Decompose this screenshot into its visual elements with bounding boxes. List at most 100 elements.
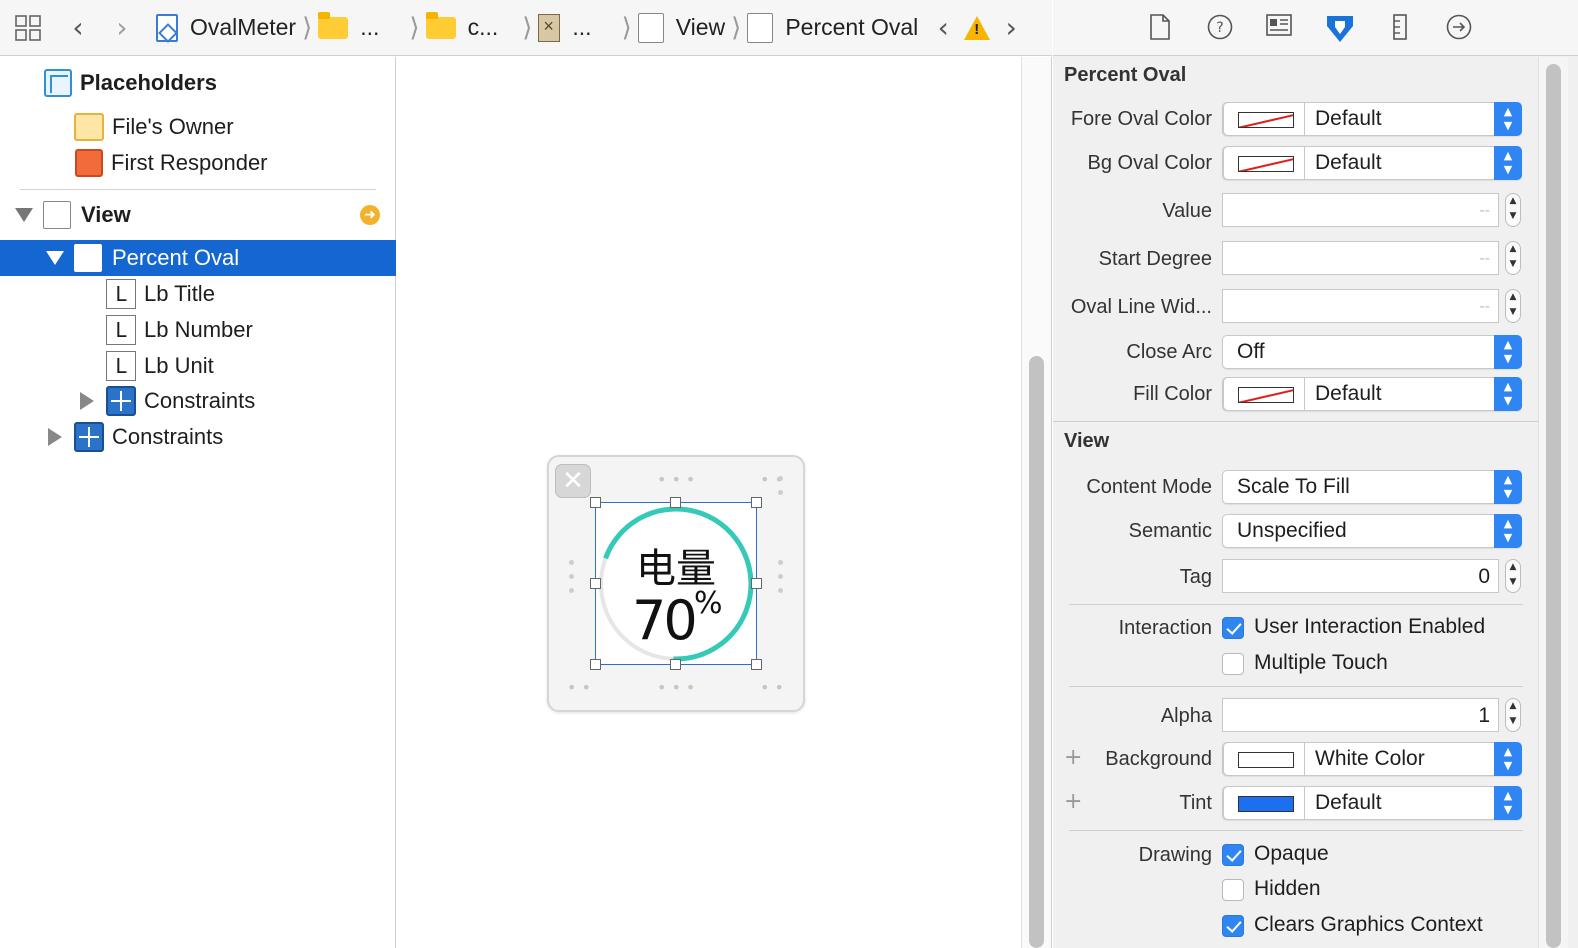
outline-item-label: Placeholders (80, 70, 217, 95)
outline-item-lb-unit[interactable]: L Lb Unit (0, 348, 396, 384)
disclosure-triangle-icon[interactable] (15, 208, 33, 222)
outline-item-lb-title[interactable]: L Lb Title (0, 276, 396, 312)
breadcrumb-folder-2[interactable]: c... (425, 0, 498, 56)
popup-chevrons-icon[interactable]: ▲ ▼ (1494, 470, 1522, 504)
disclosure-triangle-icon[interactable] (80, 392, 94, 410)
close-scene-icon[interactable]: ✕ (555, 464, 591, 498)
size-inspector-icon[interactable] (1387, 14, 1413, 42)
fore-oval-color-popup[interactable]: Default ▲ ▼ (1222, 102, 1522, 136)
hidden-checkbox[interactable] (1222, 879, 1244, 901)
outline-item-constraints-inner[interactable]: Constraints (0, 383, 396, 419)
resize-handle-bottom-right[interactable] (751, 659, 762, 670)
tint-popup[interactable]: Default ▲ ▼ (1222, 786, 1522, 820)
oval-line-width-stepper[interactable]: ▲ ▼ (1505, 289, 1521, 323)
breadcrumb-view[interactable]: View (637, 0, 725, 56)
disclosure-triangle-icon[interactable] (48, 428, 62, 446)
outline-item-constraints-outer[interactable]: Constraints (0, 419, 396, 455)
constraints-icon (74, 422, 104, 452)
outline-item-lb-number[interactable]: L Lb Number (0, 312, 396, 348)
resize-dots-top-right-col (778, 476, 784, 504)
breadcrumb-percent-oval[interactable]: Percent Oval (747, 0, 918, 56)
popup-chevrons-icon[interactable]: ▲ ▼ (1494, 742, 1522, 776)
resize-handle-top-left[interactable] (590, 497, 601, 508)
start-degree-stepper[interactable]: ▲ ▼ (1505, 241, 1521, 275)
outline-divider (20, 189, 376, 190)
alpha-stepper[interactable]: ▲ ▼ (1505, 698, 1521, 732)
xcode-interface-builder: ‹ › OvalMeter ⟩ ... ⟩ c... ⟩ ... ⟩ View … (0, 0, 1578, 948)
forward-arrow-icon[interactable]: › (100, 11, 144, 44)
back-arrow-icon[interactable]: ‹ (56, 11, 100, 44)
bg-oval-color-label: Bg Oval Color (1087, 152, 1213, 174)
warning-icon[interactable] (964, 15, 991, 40)
first-responder-cube-icon (75, 149, 103, 177)
resize-handle-bottom-left[interactable] (590, 659, 601, 670)
color-swatch-well[interactable] (1223, 146, 1305, 180)
popup-chevrons-icon[interactable]: ▲ ▼ (1494, 377, 1522, 411)
content-mode-popup[interactable]: Scale To Fill ▲ ▼ (1222, 470, 1522, 504)
resize-handle-right[interactable] (751, 578, 762, 589)
outline-item-label: Constraints (112, 424, 224, 449)
breadcrumb-label: Percent Oval (785, 14, 919, 40)
svg-text:?: ? (1216, 20, 1223, 36)
connections-inspector-icon[interactable] (1446, 14, 1472, 42)
multiple-touch-checkbox[interactable] (1222, 653, 1244, 675)
popup-value: Default (1315, 151, 1382, 174)
opaque-checkbox[interactable] (1222, 844, 1244, 866)
alpha-field[interactable]: 1 (1222, 698, 1499, 732)
color-swatch-well[interactable] (1223, 742, 1305, 776)
outline-item-label: Lb Unit (144, 353, 214, 378)
field-value: 1 (1478, 704, 1490, 727)
file-inspector-icon[interactable] (1147, 14, 1173, 42)
popup-chevrons-icon[interactable]: ▲ ▼ (1494, 146, 1522, 180)
popup-chevrons-icon[interactable]: ▲ ▼ (1494, 335, 1522, 369)
resize-handle-left[interactable] (590, 578, 601, 589)
close-arc-popup[interactable]: Off ▲ ▼ (1222, 335, 1522, 369)
label-icon: L (106, 315, 136, 345)
canvas-scrollbar-thumb[interactable] (1029, 356, 1044, 948)
group-divider (1069, 604, 1523, 605)
outline-item-first-responder[interactable]: First Responder (0, 145, 396, 181)
background-popup[interactable]: White Color ▲ ▼ (1222, 742, 1522, 776)
user-interaction-enabled-checkbox[interactable] (1222, 617, 1244, 639)
breadcrumb-xib[interactable]: ... (538, 0, 592, 56)
value-stepper[interactable]: ▲ ▼ (1505, 193, 1521, 227)
resize-handle-top-right[interactable] (751, 497, 762, 508)
go-to-arrow-icon[interactable]: ➜ (360, 205, 380, 225)
disclosure-triangle-icon[interactable] (46, 251, 64, 265)
help-inspector-icon[interactable]: ? (1207, 14, 1233, 42)
value-field[interactable]: -- (1222, 193, 1499, 227)
resize-handle-bottom[interactable] (670, 659, 681, 670)
color-swatch-well[interactable] (1223, 377, 1305, 411)
related-items-icon[interactable] (0, 14, 56, 41)
popup-chevrons-icon[interactable]: ▲ ▼ (1494, 786, 1522, 820)
oval-line-width-field[interactable]: -- (1222, 289, 1499, 323)
fill-color-popup[interactable]: Default ▲ ▼ (1222, 377, 1522, 411)
attributes-inspector-icon[interactable] (1325, 14, 1353, 42)
outline-item-view[interactable]: View ➜ (0, 197, 396, 233)
identity-inspector-icon[interactable] (1266, 14, 1292, 42)
bg-oval-color-popup[interactable]: Default ▲ ▼ (1222, 146, 1522, 180)
inspector-scrollbar-thumb[interactable] (1546, 64, 1561, 948)
semantic-popup[interactable]: Unspecified ▲ ▼ (1222, 514, 1522, 548)
breadcrumb-project[interactable]: OvalMeter (156, 0, 296, 56)
breadcrumb-folder-1[interactable]: ... (318, 0, 379, 56)
view-icon (747, 12, 774, 43)
popup-value: Default (1315, 791, 1382, 814)
clears-graphics-context-checkbox[interactable] (1222, 915, 1244, 937)
next-issue-arrow-icon[interactable]: › (996, 11, 1026, 44)
resize-handle-top[interactable] (670, 497, 681, 508)
outline-item-placeholders[interactable]: Placeholders (0, 65, 396, 101)
start-degree-field[interactable]: -- (1222, 241, 1499, 275)
color-swatch-well[interactable] (1223, 102, 1305, 136)
no-color-swatch (1238, 387, 1294, 403)
popup-chevrons-icon[interactable]: ▲ ▼ (1494, 102, 1522, 136)
outline-item-percent-oval[interactable]: Percent Oval (0, 240, 396, 276)
tag-field[interactable]: 0 (1222, 559, 1499, 593)
section-title-view: View (1064, 430, 1110, 452)
color-swatch-well[interactable] (1223, 786, 1305, 820)
outline-item-files-owner[interactable]: File's Owner (0, 109, 396, 145)
tag-stepper[interactable]: ▲ ▼ (1505, 559, 1521, 593)
previous-issue-arrow-icon[interactable]: ‹ (928, 11, 958, 44)
popup-chevrons-icon[interactable]: ▲ ▼ (1494, 514, 1522, 548)
tint-label: Tint (1179, 792, 1212, 814)
